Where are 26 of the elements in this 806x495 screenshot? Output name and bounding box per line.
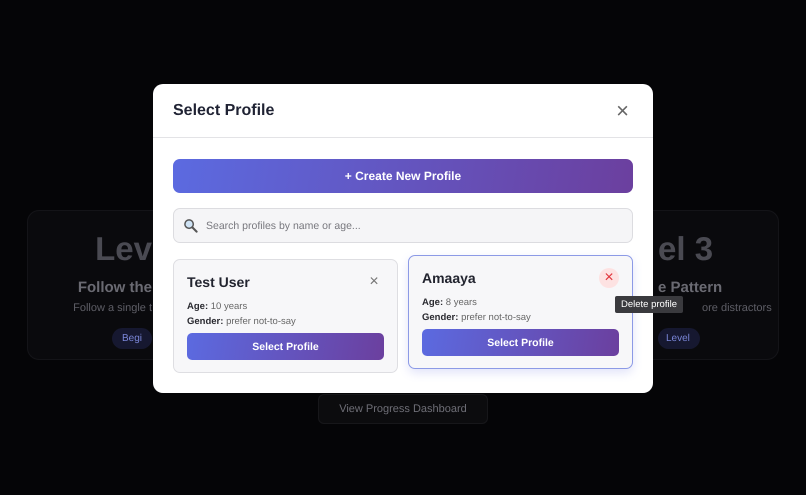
tooltip: Delete profile [615, 296, 683, 313]
create-profile-button[interactable]: + Create New Profile [173, 159, 633, 193]
dialog-title: Select Profile [173, 102, 274, 120]
dashboard-button[interactable]: View Progress Dashboard [318, 394, 488, 424]
profile-name: Amaaya [422, 270, 476, 286]
level-subtitle: Follow the [78, 279, 152, 296]
level-button[interactable]: Level [658, 328, 700, 349]
profile-age: Age: 10 years [187, 300, 248, 314]
delete-button[interactable]: × [364, 272, 384, 292]
select-profile-button[interactable]: Select Profile [422, 329, 619, 356]
search-field[interactable]: Search profiles by name or age... [173, 208, 633, 243]
profile-age: Age: 8 years [422, 296, 478, 310]
profile-name: Test User [187, 274, 250, 290]
profile-gender: Gender: prefer not-to-say [187, 315, 297, 329]
level-subtitle: e Pattern [658, 279, 722, 296]
profile-gender: Gender: prefer not-to-say [422, 311, 532, 325]
close-button[interactable]: × [612, 100, 633, 122]
profile-card[interactable]: Test User × Age: 10 years Gender: prefer not-to-say Select Profile [173, 259, 398, 373]
level-description: ore distractors [702, 302, 772, 314]
search-icon [183, 218, 198, 233]
select-profile-button[interactable]: Select Profile [187, 333, 384, 360]
level-description: Follow a single t [73, 302, 152, 314]
level-title: el 3 [658, 229, 714, 269]
level-button[interactable]: Begi [112, 328, 152, 349]
level-title: Lev [95, 229, 152, 269]
delete-button[interactable]: × [599, 268, 619, 288]
